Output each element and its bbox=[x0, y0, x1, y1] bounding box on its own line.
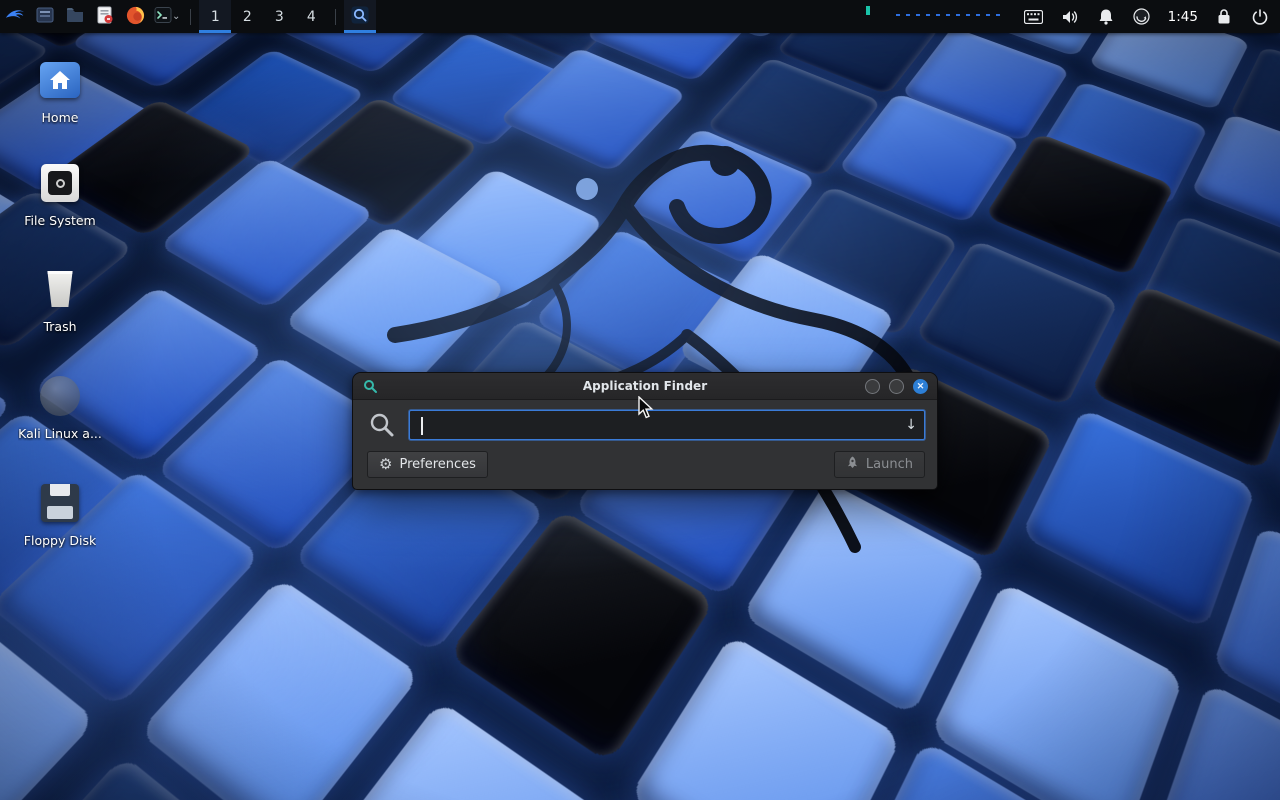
panel-separator bbox=[335, 9, 336, 25]
firefox-icon bbox=[126, 6, 145, 28]
panel-clock[interactable]: 1:45 bbox=[1168, 9, 1198, 25]
wallpaper-cube bbox=[914, 239, 1119, 407]
window-body: ↓ ⚙ Preferences Launch bbox=[353, 400, 937, 489]
graph-tick-line bbox=[896, 14, 1000, 16]
launch-button-label: Launch bbox=[866, 457, 913, 472]
panel-left: ⌄ 1 2 3 4 bbox=[0, 0, 376, 33]
filesystem-icon bbox=[37, 160, 83, 206]
power-icon[interactable] bbox=[1250, 7, 1270, 27]
trash-icon bbox=[37, 266, 83, 312]
search-input[interactable] bbox=[410, 411, 924, 439]
application-finder-window: Application Finder ✕ ↓ ⚙ Prefe bbox=[352, 372, 938, 490]
search-icon bbox=[367, 410, 397, 440]
window-controls: ✕ bbox=[865, 379, 928, 394]
chevron-down-icon[interactable]: ⌄ bbox=[172, 11, 180, 22]
file-manager-launcher[interactable] bbox=[60, 0, 90, 33]
history-dropdown-arrow-icon[interactable]: ↓ bbox=[905, 417, 917, 433]
desktop-icon-trash[interactable]: Trash bbox=[5, 266, 115, 334]
kali-logo-icon bbox=[4, 4, 26, 29]
button-row: ⚙ Preferences Launch bbox=[367, 451, 925, 478]
application-finder-app-icon bbox=[362, 378, 378, 394]
keyboard-indicator-icon[interactable] bbox=[1024, 7, 1044, 27]
window-title: Application Finder bbox=[353, 379, 937, 393]
kali-menu-button[interactable] bbox=[0, 0, 30, 33]
desktop-icon-label: Home bbox=[42, 111, 79, 125]
text-editor-icon bbox=[97, 6, 113, 27]
files-launcher[interactable] bbox=[30, 0, 60, 33]
titlebar[interactable]: Application Finder ✕ bbox=[353, 373, 937, 400]
volume-icon[interactable] bbox=[1060, 7, 1080, 27]
preferences-button-label: Preferences bbox=[399, 457, 475, 472]
top-panel: ⌄ 1 2 3 4 bbox=[0, 0, 1280, 33]
workspace-button-4[interactable]: 4 bbox=[295, 0, 327, 33]
rocket-icon bbox=[846, 456, 859, 474]
kali-installer-icon bbox=[37, 373, 83, 419]
panel-right: 1:45 bbox=[864, 0, 1280, 33]
workspace-button-3[interactable]: 3 bbox=[263, 0, 295, 33]
files-icon bbox=[36, 6, 54, 27]
screen-lock-icon[interactable] bbox=[1214, 7, 1234, 27]
launch-button[interactable]: Launch bbox=[834, 451, 925, 478]
search-row: ↓ bbox=[367, 410, 925, 440]
minimize-button[interactable] bbox=[865, 379, 880, 394]
desktop-icon-file-system[interactable]: File System bbox=[5, 160, 115, 228]
folder-icon bbox=[66, 6, 84, 27]
network-status-icon[interactable] bbox=[1132, 7, 1152, 27]
floppy-icon bbox=[37, 480, 83, 526]
workspace-button-1[interactable]: 1 bbox=[199, 0, 231, 33]
desktop-icon-kali-installer[interactable]: Kali Linux a... bbox=[5, 373, 115, 441]
maximize-button[interactable] bbox=[889, 379, 904, 394]
search-entry: ↓ bbox=[409, 410, 925, 440]
graph-teal-mark bbox=[866, 6, 870, 15]
desktop-icon-label: Kali Linux a... bbox=[18, 427, 102, 441]
taskbar-application-finder[interactable] bbox=[344, 0, 376, 33]
text-editor-launcher[interactable] bbox=[90, 0, 120, 33]
workspace-button-2[interactable]: 2 bbox=[231, 0, 263, 33]
desktop-icon-floppy-disk[interactable]: Floppy Disk bbox=[5, 480, 115, 548]
gear-icon: ⚙ bbox=[379, 457, 392, 472]
desktop-icon-label: Floppy Disk bbox=[24, 534, 96, 548]
desktop-icon-label: Trash bbox=[43, 320, 76, 334]
desktop-icon-home[interactable]: Home bbox=[5, 57, 115, 125]
panel-monitor-graph[interactable] bbox=[864, 5, 1002, 29]
preferences-button[interactable]: ⚙ Preferences bbox=[367, 451, 488, 478]
search-icon bbox=[351, 6, 369, 27]
home-icon bbox=[37, 57, 83, 103]
firefox-launcher[interactable] bbox=[120, 0, 150, 33]
desktop-icon-label: File System bbox=[24, 214, 96, 228]
panel-separator bbox=[190, 9, 191, 25]
terminal-icon bbox=[154, 6, 172, 27]
notifications-bell-icon[interactable] bbox=[1096, 7, 1116, 27]
close-button[interactable]: ✕ bbox=[913, 379, 928, 394]
